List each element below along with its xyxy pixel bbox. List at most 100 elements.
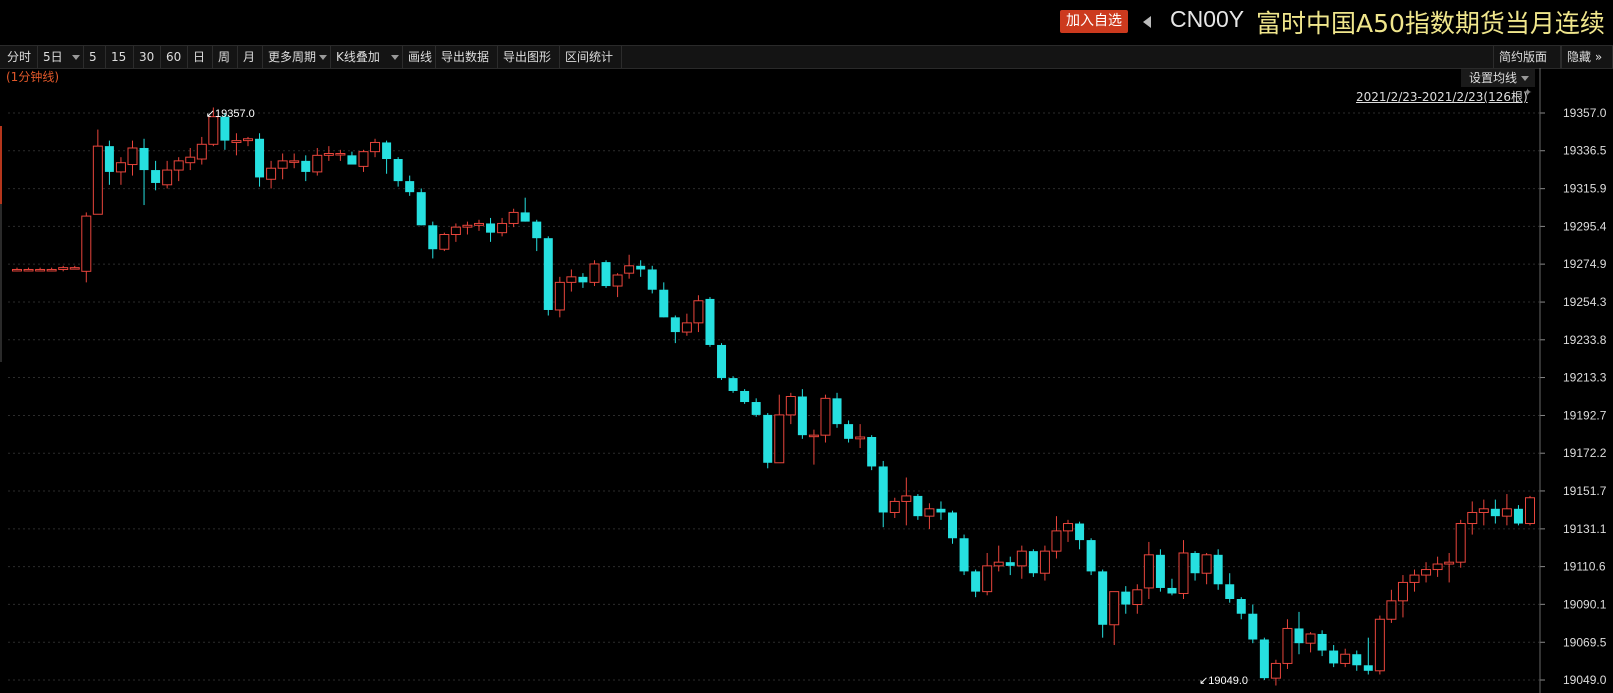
min-price-label: ↙19049.0 bbox=[1199, 675, 1248, 687]
candle-body bbox=[785, 396, 796, 416]
candle-body bbox=[347, 155, 357, 165]
candlestick-chart[interactable]: 19357.0 19336.5 19315.9 19295.4 19274.9 19254… bbox=[0, 68, 1613, 693]
toolbar-item-3[interactable]: 15 bbox=[106, 46, 134, 68]
candle-body bbox=[173, 160, 184, 171]
range-label[interactable]: 2021/2/23-2021/2/23(126根) bbox=[1356, 88, 1528, 105]
toolbar-item-9[interactable]: 更多周期 bbox=[263, 46, 331, 68]
candle-body bbox=[439, 234, 450, 250]
toolbar-item-8[interactable]: 月 bbox=[238, 46, 263, 68]
title-bar: 加入自选 CN00Y 富时中国A50指数期货当月连续 bbox=[0, 0, 1613, 44]
candle-body bbox=[1432, 563, 1443, 571]
simple-layout-button[interactable]: 简约版面 bbox=[1493, 46, 1561, 68]
candle-body bbox=[1270, 662, 1281, 679]
candle-body bbox=[69, 267, 80, 270]
candle-body bbox=[151, 170, 161, 183]
interval-label: (1分钟线) bbox=[6, 70, 59, 84]
max-price-label: ↙19357.0 bbox=[206, 108, 255, 120]
candle-body bbox=[971, 571, 981, 592]
y-tick-label: 19254.3 bbox=[1563, 295, 1607, 309]
candle-body bbox=[323, 153, 334, 156]
candle-body bbox=[1190, 552, 1200, 574]
candle-body bbox=[959, 538, 969, 572]
candle-body bbox=[196, 143, 207, 160]
candle-body bbox=[670, 317, 680, 333]
toolbar-item-14[interactable]: 区间统计 bbox=[560, 46, 622, 68]
candle-body bbox=[543, 238, 553, 310]
toolbar-item-13[interactable]: 导出图形 bbox=[498, 46, 560, 68]
candle-body bbox=[820, 397, 831, 436]
toolbar-item-7[interactable]: 周 bbox=[213, 46, 238, 68]
toolbar-item-1[interactable]: 5日 bbox=[38, 46, 84, 68]
toolbar-item-2[interactable]: 5 bbox=[84, 46, 106, 68]
candle-body bbox=[486, 223, 496, 233]
candle-body bbox=[681, 322, 692, 333]
candle-body bbox=[312, 154, 323, 173]
candle-body bbox=[92, 145, 103, 215]
toolbar-item-0[interactable]: 分时 bbox=[2, 46, 38, 68]
candle-body bbox=[889, 500, 900, 513]
y-tick-label: 19151.7 bbox=[1563, 484, 1607, 498]
ma-settings-dropdown[interactable]: 设置均线 bbox=[1461, 69, 1535, 87]
candle-body bbox=[58, 267, 69, 270]
add-to-watchlist-button[interactable]: 加入自选 bbox=[1060, 10, 1128, 33]
candle-body bbox=[1005, 562, 1015, 566]
candle-body bbox=[473, 222, 484, 226]
candle-body bbox=[1386, 600, 1397, 620]
toolbar-item-4[interactable]: 30 bbox=[134, 46, 161, 68]
y-tick-label: 19110.6 bbox=[1563, 560, 1606, 574]
candle-body bbox=[1201, 554, 1212, 574]
candle-body bbox=[578, 276, 588, 283]
candle-body bbox=[208, 116, 219, 145]
candle-body bbox=[242, 138, 253, 142]
candle-body bbox=[1478, 508, 1489, 513]
pin-icon[interactable]: ✦ bbox=[1523, 86, 1535, 99]
candle-body bbox=[1409, 574, 1420, 583]
y-tick-label: 19069.5 bbox=[1563, 635, 1607, 649]
candle-body bbox=[1374, 618, 1385, 672]
candle-body bbox=[289, 160, 300, 163]
candle-body bbox=[1132, 589, 1143, 606]
y-tick-label: 19336.5 bbox=[1563, 144, 1607, 158]
candle-body bbox=[1086, 540, 1096, 572]
back-arrow-icon[interactable] bbox=[1139, 10, 1159, 34]
candle-body bbox=[127, 147, 138, 166]
candle-body bbox=[1109, 591, 1120, 626]
y-tick-label: 19090.1 bbox=[1563, 597, 1607, 611]
candle-body bbox=[104, 146, 114, 172]
candle-body bbox=[81, 215, 92, 272]
toolbar-item-11[interactable]: 画线 bbox=[403, 46, 436, 68]
product-title: 富时中国A50指数期货当月连续 bbox=[1256, 9, 1605, 38]
toolbar-item-5[interactable]: 60 bbox=[161, 46, 188, 68]
y-tick-label: 19172.2 bbox=[1563, 446, 1607, 460]
toolbar-item-6[interactable]: 日 bbox=[188, 46, 213, 68]
candle-body bbox=[1063, 523, 1074, 532]
candle-body bbox=[1075, 523, 1085, 541]
candle-body bbox=[1501, 508, 1512, 517]
candle-body bbox=[797, 396, 807, 436]
candle-body bbox=[35, 268, 46, 272]
ticker-code: CN00Y bbox=[1170, 6, 1245, 32]
candle-body bbox=[1039, 550, 1050, 574]
candle-body bbox=[774, 414, 785, 464]
y-tick-label: 19131.1 bbox=[1563, 522, 1607, 536]
candle-body bbox=[1397, 581, 1408, 602]
candle-body bbox=[266, 167, 277, 180]
candle-body bbox=[612, 274, 623, 287]
candle-body bbox=[693, 300, 704, 324]
candle-body bbox=[566, 276, 577, 283]
toolbar-item-10[interactable]: K线叠加 bbox=[331, 46, 403, 68]
candle-body bbox=[867, 437, 877, 467]
candle-body bbox=[982, 565, 993, 593]
candle-body bbox=[1340, 653, 1351, 664]
candle-body bbox=[162, 169, 173, 186]
candle-body bbox=[728, 378, 738, 391]
candle-body bbox=[1098, 571, 1108, 625]
candle-body bbox=[624, 265, 635, 274]
y-tick-label: 19233.8 bbox=[1563, 333, 1607, 347]
candle-body bbox=[1444, 561, 1455, 565]
candle-body bbox=[462, 224, 473, 228]
toolbar-item-12[interactable]: 导出数据 bbox=[436, 46, 498, 68]
y-tick-label: 19295.4 bbox=[1563, 219, 1607, 233]
hide-button[interactable]: 隐藏 » bbox=[1561, 46, 1613, 68]
candle-body bbox=[358, 151, 369, 167]
